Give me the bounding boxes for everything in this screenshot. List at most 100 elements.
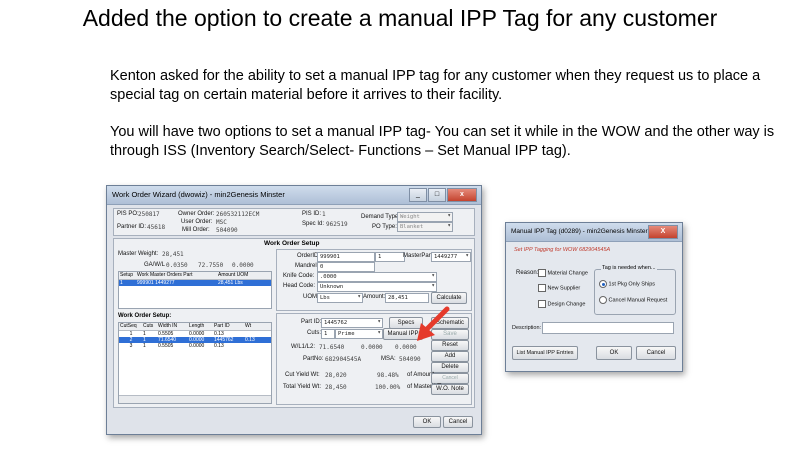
grid-header-cell: Width IN bbox=[158, 323, 178, 329]
pis-po-value: 250817 bbox=[138, 211, 160, 218]
ipp-cancel-button[interactable]: Cancel bbox=[636, 346, 676, 360]
maximize-icon[interactable]: □ bbox=[428, 188, 446, 202]
total-yield-label: Total Yield Wt: bbox=[283, 384, 322, 390]
head-code-select[interactable]: Unknown bbox=[317, 282, 437, 292]
cancel-button[interactable]: Cancel bbox=[443, 416, 473, 428]
partner-id-label: Partner ID: bbox=[117, 224, 147, 230]
manual-ipp-window: Manual IPP Tag (d0289) - min2Genesis Min… bbox=[505, 222, 683, 372]
ok-button[interactable]: OK bbox=[413, 416, 441, 428]
cancel-manual-label: Cancel Manual Request bbox=[608, 297, 668, 304]
master-part-select[interactable]: 1449277 bbox=[431, 252, 471, 262]
grid-header-cell: Length bbox=[189, 323, 205, 329]
amount-field[interactable]: 28,451 bbox=[385, 293, 429, 303]
table-cell: 0.5505 bbox=[158, 343, 174, 349]
cut-setup-grid[interactable]: CutSeq Cuts Width IN Length Part ID Wt 1… bbox=[118, 322, 272, 404]
cut-yield-pct: 98.48% bbox=[377, 372, 399, 379]
description-field[interactable] bbox=[542, 322, 674, 334]
part-id-select[interactable]: 1445762 bbox=[321, 318, 383, 328]
wo-note-button[interactable]: W.O. Note bbox=[431, 384, 469, 395]
cancel-manual-radio[interactable]: Cancel Manual Request bbox=[599, 296, 667, 304]
cut-type-select[interactable]: Prime bbox=[335, 329, 383, 339]
uom-select[interactable]: Lbs bbox=[317, 293, 363, 303]
table-row[interactable]: 1 999901 1449277 28,451 Lbs bbox=[119, 280, 271, 286]
master-weight-label: Master Weight: bbox=[118, 251, 159, 257]
checkbox-icon bbox=[538, 300, 546, 308]
wl-label: W/L1/L2: bbox=[291, 344, 316, 350]
radio-icon bbox=[599, 296, 607, 304]
knife-code-select[interactable]: .0000 bbox=[317, 272, 437, 282]
table-cell: 999901 1449277 bbox=[137, 280, 175, 286]
table-cell: 0.0000 bbox=[189, 343, 205, 349]
wow-title: Work Order Wizard (dwowiz) - min2Genesis… bbox=[112, 190, 285, 199]
table-cell: 1 bbox=[143, 343, 146, 349]
delete-button[interactable]: Delete bbox=[431, 362, 469, 373]
user-order-label: User Order: bbox=[181, 219, 213, 225]
close-icon[interactable]: x bbox=[447, 188, 477, 202]
order-seq-field[interactable]: 1 bbox=[375, 252, 405, 262]
master-grid[interactable]: Setup Work Master Orders Part Amount UOM… bbox=[118, 271, 272, 309]
paragraph-options: You will have two options to set a manua… bbox=[110, 124, 775, 159]
first-pkg-radio[interactable]: 1st Pkg Only Ships bbox=[599, 280, 655, 288]
grid-header-cell: Part ID bbox=[214, 323, 230, 329]
table-row[interactable]: 3 1 0.5505 0.0000 0.13 bbox=[119, 343, 271, 349]
design-change-checkbox[interactable]: Design Change bbox=[538, 300, 585, 308]
partno-label: PartNo: bbox=[303, 356, 324, 362]
order-id-field[interactable]: 999901 bbox=[317, 252, 375, 262]
new-supplier-checkbox[interactable]: New Supplier bbox=[538, 284, 580, 292]
cuts-field[interactable]: 1 bbox=[321, 329, 335, 339]
first-pkg-label: 1st Pkg Only Ships bbox=[608, 281, 655, 288]
master-weight-value: 28,451 bbox=[162, 251, 184, 258]
pis-id-value: 1 bbox=[322, 211, 326, 218]
mandrel-label: Mandrel: bbox=[295, 263, 319, 269]
close-icon[interactable]: X bbox=[648, 225, 678, 239]
grid-header-cell: Wt bbox=[245, 323, 252, 329]
grid-header-cell: Amount UOM bbox=[218, 272, 249, 278]
pis-id-label: PIS ID: bbox=[302, 211, 322, 217]
wl-l1-value: 0.0000 bbox=[361, 344, 383, 351]
user-order-value: MSC bbox=[216, 219, 227, 226]
wl-w-value: 71.6540 bbox=[319, 344, 345, 351]
list-manual-ipp-button[interactable]: List Manual IPP Entries bbox=[512, 346, 578, 360]
add-button[interactable]: Add bbox=[431, 351, 469, 362]
cut-grid-header: CutSeq Cuts Width IN Length Part ID Wt bbox=[119, 323, 271, 331]
master-grid-header: Setup Work Master Orders Part Amount UOM bbox=[119, 272, 271, 280]
slide-title: Added the option to create a manual IPP … bbox=[82, 5, 718, 31]
material-change-checkbox[interactable]: Material Change bbox=[538, 269, 588, 277]
reason-label: Reason: bbox=[516, 270, 539, 276]
cut-yield-value: 28,020 bbox=[325, 372, 347, 379]
order-header-panel: PIS PO: 250817 Owner Order: 260532112ECM… bbox=[113, 208, 475, 236]
demand-type-label: Demand Type: bbox=[361, 214, 400, 220]
partno-value: 682904545A bbox=[325, 356, 362, 363]
grid-header-cell: CutSeq bbox=[120, 323, 137, 329]
minimize-icon[interactable]: _ bbox=[409, 188, 427, 202]
gawl-l: 0.0000 bbox=[232, 262, 254, 269]
demand-type-select[interactable]: Weight bbox=[397, 212, 453, 222]
new-supplier-label: New Supplier bbox=[547, 285, 581, 292]
horizontal-scrollbar[interactable] bbox=[119, 395, 271, 403]
calculate-button[interactable]: Calculate bbox=[431, 292, 467, 304]
partner-id-value: 45618 bbox=[147, 224, 166, 231]
table-cell: 3 bbox=[129, 343, 133, 349]
pis-po-label: PIS PO: bbox=[117, 211, 139, 217]
tag-needed-group-label: Tag is needed when... bbox=[601, 265, 657, 271]
wo-setup-label: Work Order Setup: bbox=[118, 313, 172, 319]
msa-label: MSA: bbox=[381, 356, 396, 362]
ipp-ok-button[interactable]: OK bbox=[596, 346, 632, 360]
material-change-label: Material Change bbox=[547, 270, 588, 277]
mandrel-field[interactable]: 0 bbox=[317, 262, 375, 272]
design-change-label: Design Change bbox=[547, 301, 586, 308]
cancel-side-button[interactable]: Cancel bbox=[431, 373, 469, 384]
po-type-label: PO Type: bbox=[372, 224, 397, 230]
checkbox-icon bbox=[538, 284, 546, 292]
ipp-title: Manual IPP Tag (d0289) - min2Genesis Min… bbox=[511, 228, 648, 235]
total-yield-value: 28,450 bbox=[325, 384, 347, 391]
work-order-setup-heading: Work Order Setup bbox=[264, 240, 320, 247]
po-type-select[interactable]: Blanket bbox=[397, 222, 453, 232]
wl-l2-value: 0.0000 bbox=[395, 344, 417, 351]
master-part-panel: OrderID: 999901 1 MasterPartID: 1449277 … bbox=[276, 249, 472, 311]
gawl-label: GA/W/L bbox=[144, 262, 166, 268]
cut-yield-label: Cut Yield Wt: bbox=[285, 372, 320, 378]
msa-value: 504090 bbox=[399, 356, 421, 363]
knife-code-label: Knife Code: bbox=[283, 273, 315, 279]
wow-title-bar: Work Order Wizard (dwowiz) - min2Genesis… bbox=[107, 186, 481, 205]
